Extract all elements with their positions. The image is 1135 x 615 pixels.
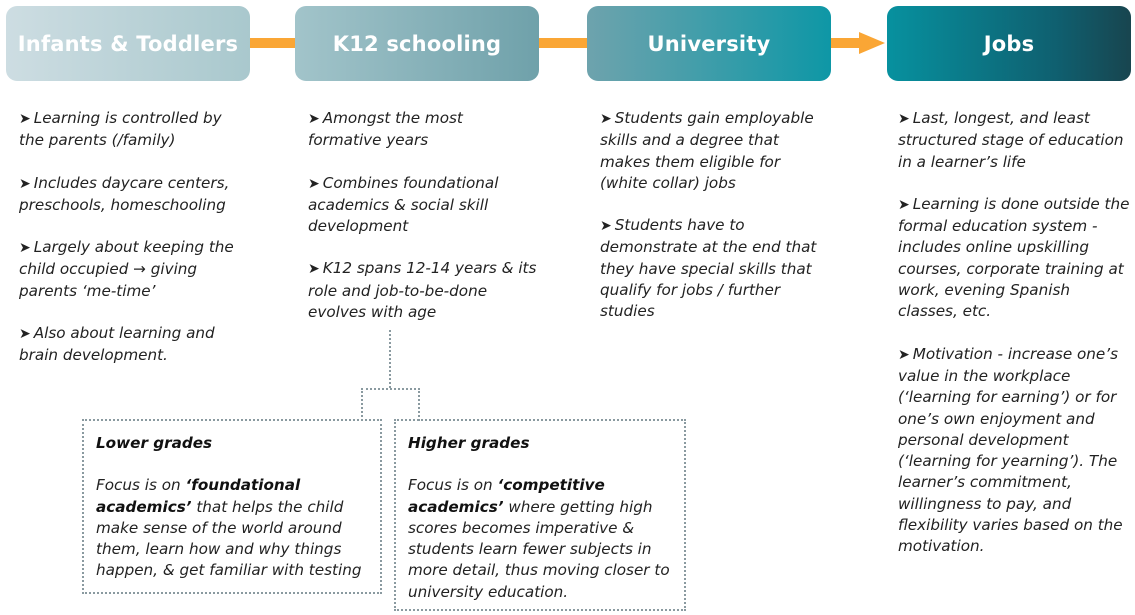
bullet-arrow-icon: ➤	[308, 111, 320, 127]
higher-grades-box: Higher grades Focus is on ‘competitive a…	[394, 419, 686, 611]
bullet-arrow-icon: ➤	[600, 111, 612, 127]
bullet-point: ➤ Amongst the most formative years	[308, 109, 463, 150]
bullet-point: ➤ Includes daycare centers, preschools, h…	[19, 173, 230, 214]
bullet-point: ➤ Combines foundational academics & socia…	[308, 173, 499, 236]
bullet-point: ➤ K12 spans 12-14 years & its role and jo…	[308, 259, 537, 322]
stage-infants-toddlers: Infants & Toddlers	[6, 6, 250, 81]
box-title: Lower grades	[96, 434, 213, 452]
university-points: ➤ Students gain employable skills and a d…	[600, 108, 830, 344]
box-body: Focus is on ‘competitive academics’ wher…	[408, 476, 670, 601]
bullet-arrow-icon: ➤	[19, 111, 31, 127]
bullet-arrow-icon: ➤	[19, 240, 31, 257]
bullet-arrow-icon: ➤	[19, 175, 31, 192]
connector-line	[539, 38, 587, 48]
jobs-points: ➤ Last, longest, and least structured sta…	[898, 108, 1130, 579]
bullet-arrow-icon: ➤	[308, 175, 320, 192]
connector-line	[250, 38, 295, 48]
bullet-arrow-icon: ➤	[19, 326, 31, 343]
stage-k12-schooling: K12 schooling	[295, 6, 539, 81]
infants-toddlers-points: ➤ Learning is controlled by the parents (…	[19, 108, 251, 388]
box-title: Higher grades	[408, 434, 530, 452]
bullet-point: ➤ Motivation - increase one’s value in th…	[898, 344, 1123, 556]
bullet-point: ➤ Also about learning and brain developme…	[19, 324, 215, 365]
bullet-point: ➤ Students have to demonstrate at the end…	[600, 216, 817, 321]
bullet-arrow-icon: ➤	[898, 196, 910, 213]
bullet-point: ➤ Largely about keeping the child occupie…	[19, 238, 234, 300]
stage-title: Infants & Toddlers	[17, 31, 239, 56]
dotted-connector-vertical	[389, 330, 391, 388]
box-body: Focus is on ‘foundational academics’ tha…	[96, 476, 362, 580]
bullet-arrow-icon: ➤	[898, 111, 910, 127]
k12-points: ➤ Amongst the most formative years ➤ Combi…	[308, 108, 540, 344]
bullet-point: ➤ Last, longest, and least structured sta…	[898, 109, 1124, 171]
dotted-connector-bracket	[361, 388, 420, 421]
bullet-arrow-icon: ➤	[600, 218, 612, 235]
stage-title: University	[647, 31, 771, 56]
bullet-point: ➤ Learning is controlled by the parents (…	[19, 109, 222, 150]
stage-title: K12 schooling	[332, 31, 502, 56]
connector-line	[831, 38, 861, 48]
bullet-arrow-icon: ➤	[898, 346, 910, 363]
stage-title: Jobs	[983, 31, 1035, 56]
arrow-right-icon	[859, 32, 885, 54]
stage-jobs: Jobs	[887, 6, 1131, 81]
bullet-arrow-icon: ➤	[308, 261, 320, 278]
bullet-point: ➤ Students gain employable skills and a d…	[600, 109, 814, 192]
lower-grades-box: Lower grades Focus is on ‘foundational a…	[82, 419, 382, 594]
bullet-point: ➤ Learning is done outside the formal edu…	[898, 194, 1130, 321]
stage-university: University	[587, 6, 831, 81]
